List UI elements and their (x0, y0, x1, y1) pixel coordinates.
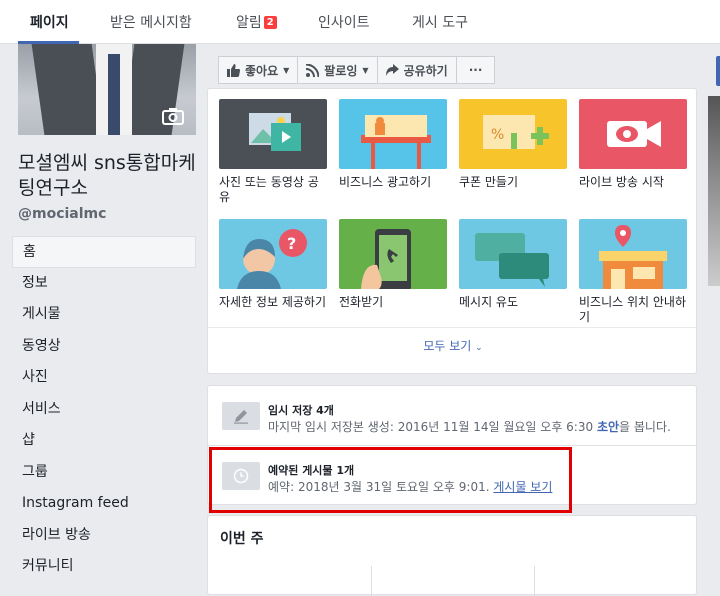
left-nav-item-home[interactable]: 홈 (12, 236, 196, 268)
chevron-down-icon: ⌄ (475, 343, 483, 353)
left-nav-item-posts[interactable]: 게시물 (12, 299, 196, 331)
tool-tile-messages[interactable]: 메시지 유도 (459, 219, 567, 310)
more-label: ··· (468, 63, 483, 77)
like-label: 좋아요 (245, 63, 279, 78)
left-nav-item-instagram-feed[interactable]: Instagram feed (12, 488, 196, 520)
left-nav-item-about[interactable]: 정보 (12, 268, 196, 300)
tab-insights-label: 인사이트 (318, 15, 370, 31)
tool-tile-advertise[interactable]: 비즈니스 광고하기 (339, 99, 447, 190)
billboard-icon (339, 99, 447, 169)
tool-tile-more-info[interactable]: ? 자세한 정보 제공하기 (219, 219, 327, 310)
share-arrow-icon (385, 64, 399, 76)
share-label: 공유하기 (403, 63, 448, 78)
divider (371, 566, 372, 596)
tab-publishing-tools-label: 게시 도구 (412, 15, 468, 31)
tool-tile-location[interactable]: 비즈니스 위치 안내하기 (579, 219, 687, 325)
tool-label-advertise: 비즈니스 광고하기 (339, 175, 432, 189)
highlight-box (209, 447, 572, 513)
divider (534, 566, 535, 596)
chevron-down-icon: ▼ (362, 65, 369, 75)
drafts-detail-text: 마지막 임시 저장본 생성: 2016년 11월 14일 월요일 오후 6:30 (268, 420, 597, 434)
tool-tile-live[interactable]: 라이브 방송 시작 (579, 99, 687, 190)
svg-text:%: % (491, 127, 504, 143)
thumbs-up-icon (227, 63, 240, 77)
tool-label-live: 라이브 방송 시작 (579, 175, 664, 189)
see-all-link[interactable]: 모두 보기 ⌄ (208, 337, 698, 354)
more-button[interactable]: ··· (455, 56, 496, 84)
tool-label-calls: 전화받기 (339, 295, 384, 309)
chat-bubble-icon (459, 219, 567, 289)
tool-label-more-info: 자세한 정보 제공하기 (219, 295, 326, 309)
video-camera-icon (579, 99, 687, 169)
left-nav-item-shop[interactable]: 샵 (12, 425, 196, 457)
tab-inbox-label: 받은 메시지함 (110, 15, 192, 31)
tab-notifications-label: 알림 (236, 15, 262, 31)
left-nav-item-groups[interactable]: 그룹 (12, 457, 196, 489)
rss-icon (306, 63, 320, 77)
phone-icon (339, 219, 447, 289)
tool-label-messages: 메시지 유도 (459, 295, 519, 309)
left-nav: 홈 정보 게시물 동영상 사진 서비스 샵 그룹 Instagram feed … (12, 236, 196, 583)
tab-page[interactable]: 페이지 (18, 0, 79, 44)
left-nav-item-services[interactable]: 서비스 (12, 394, 196, 426)
tab-page-label: 페이지 (30, 15, 69, 31)
following-button[interactable]: 팔로잉 ▼ (297, 56, 378, 84)
this-week-card: 이번 주 (207, 515, 697, 596)
this-week-title: 이번 주 (220, 531, 264, 547)
notification-badge: 2 (263, 16, 277, 29)
left-nav-item-videos[interactable]: 동영상 (12, 331, 196, 363)
coupon-icon: % (459, 99, 567, 169)
see-all-label: 모두 보기 (423, 339, 472, 353)
tab-publishing-tools[interactable]: 게시 도구 (412, 0, 468, 44)
tool-tile-calls[interactable]: 전화받기 (339, 219, 447, 310)
tool-label-share-media: 사진 또는 동영상 공유 (219, 175, 319, 204)
page-action-bar: 좋아요 ▼ 팔로잉 ▼ 공유하기 ··· (218, 56, 496, 84)
page-top-nav: 페이지 받은 메시지함 알림 2 인사이트 게시 도구 (0, 0, 720, 44)
drafts-row[interactable]: 임시 저장 4개 마지막 임시 저장본 생성: 2016년 11월 14일 월요… (208, 386, 698, 446)
page-tools-card: 사진 또는 동영상 공유 비즈니스 광고하기 % 쿠폰 만들기 라이브 방송 시… (207, 88, 697, 374)
tool-label-coupon: 쿠폰 만들기 (459, 175, 519, 189)
storefront-icon (579, 219, 687, 289)
drafts-suffix: 을 봅니다. (619, 420, 671, 434)
pencil-icon (222, 402, 260, 430)
photo-video-icon (219, 99, 327, 169)
left-nav-item-live[interactable]: 라이브 방송 (12, 520, 196, 552)
tab-inbox[interactable]: 받은 메시지함 (110, 0, 192, 44)
like-button[interactable]: 좋아요 ▼ (218, 56, 299, 84)
tool-label-location: 비즈니스 위치 안내하기 (579, 295, 686, 324)
camera-icon[interactable] (160, 104, 186, 128)
drafts-link[interactable]: 초안 (597, 420, 619, 434)
tool-tile-coupon[interactable]: % 쿠폰 만들기 (459, 99, 567, 190)
send-message-button[interactable] (716, 56, 720, 86)
drafts-title: 임시 저장 4개 (268, 404, 334, 417)
page-handle[interactable]: @mocialmc (18, 206, 106, 222)
page-title[interactable]: 모셜엠씨 sns통합마케팅연구소 (18, 151, 198, 201)
tab-insights[interactable]: 인사이트 (318, 0, 370, 44)
share-button[interactable]: 공유하기 (376, 56, 457, 84)
right-column-image (708, 96, 720, 286)
tool-tile-share-media[interactable]: 사진 또는 동영상 공유 (219, 99, 327, 205)
question-person-icon: ? (219, 219, 327, 289)
tab-notifications[interactable]: 알림 2 (236, 0, 277, 44)
left-nav-item-photos[interactable]: 사진 (12, 362, 196, 394)
left-nav-item-community[interactable]: 커뮤니티 (12, 551, 196, 583)
divider (208, 327, 696, 328)
svg-text:?: ? (287, 234, 296, 253)
following-label: 팔로잉 (324, 63, 358, 78)
chevron-down-icon: ▼ (283, 65, 290, 75)
drafts-detail: 마지막 임시 저장본 생성: 2016년 11월 14일 월요일 오후 6:30… (268, 418, 671, 435)
